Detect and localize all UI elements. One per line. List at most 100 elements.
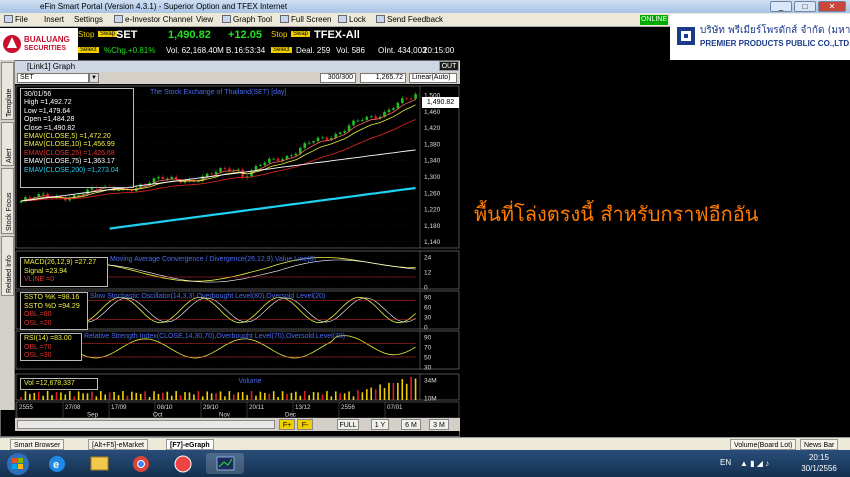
rsi-osl: OSL =30 [24, 352, 52, 360]
menu-view[interactable]: View [196, 13, 213, 27]
chart-heading: The Stock Exchange of Thailand(SET) [day… [150, 89, 286, 96]
menu-settings[interactable]: Settings [74, 13, 103, 27]
volume-bar [91, 391, 93, 400]
fullscreen-icon [280, 15, 289, 23]
volume-bar [184, 392, 186, 400]
set-time: 16:53:34 [234, 46, 266, 55]
tab-related-info[interactable]: Related Info [1, 236, 14, 296]
macd-title: Moving Average Convergence / Divergence(… [110, 256, 316, 263]
volume-bar [82, 393, 84, 400]
close-button[interactable]: ✕ [818, 1, 846, 12]
clock-time[interactable]: 20:15 [800, 453, 838, 462]
rsi-value: RSI(14) =83.00 [24, 335, 72, 342]
ssto-d: SSTO %D =94.29 [24, 302, 80, 310]
candle-body [205, 173, 209, 177]
rsi-tick-label: 30 [424, 365, 432, 372]
menu-send-feedback[interactable]: Send Feedback [376, 13, 443, 27]
tab-alert[interactable]: Alert [1, 122, 14, 166]
volume-bar [24, 391, 27, 400]
symbol-select[interactable]: SET [17, 73, 89, 83]
candle-body [267, 158, 271, 163]
volume-bar [131, 391, 133, 400]
broker-sub: SECURITIES [24, 45, 67, 52]
minimize-button[interactable]: _ [770, 1, 792, 12]
volume-bar [55, 392, 58, 400]
explorer-icon[interactable] [80, 453, 118, 474]
date-label: 2555 [19, 404, 33, 411]
file-icon [4, 15, 13, 23]
tfex-select-button[interactable]: Select [271, 47, 292, 53]
period-6m-button[interactable]: 6 M [401, 419, 421, 430]
tfex-swap-button[interactable]: Swap [291, 31, 311, 37]
candle-body [157, 177, 160, 179]
candle-body [294, 153, 298, 156]
start-button-icon[interactable] [6, 452, 30, 476]
macd-tick-label: 24 [424, 255, 432, 262]
set-swap-button[interactable]: Swap [98, 31, 118, 37]
candle-body [369, 116, 373, 118]
volume-tick-label: 10M [424, 396, 437, 403]
online-status: ONLINE [640, 15, 668, 25]
premier-logo: บริษัท พรีเมียร์โพรดักส์ จำกัด (มหาชน) P… [670, 14, 850, 60]
candle-body [303, 143, 307, 148]
zoom-in-button[interactable]: F+ [279, 419, 295, 430]
premier-english-name: PREMIER PRODUCTS PUBLIC CO.,LTD. [700, 39, 850, 48]
tfex-stop-label[interactable]: Stop [271, 30, 287, 39]
clock-date[interactable]: 30/1/2556 [796, 464, 842, 473]
volume-bar [122, 391, 124, 400]
menu-insert[interactable]: Insert [44, 13, 64, 27]
tab-emarket[interactable]: [Alt+F5]-eMarket [88, 439, 148, 450]
date-label: 17/09 [111, 404, 127, 411]
volume-bar [179, 395, 182, 400]
tab-smart-browser[interactable]: Smart Browser [10, 439, 65, 450]
chevron-down-icon[interactable]: ▼ [89, 73, 99, 83]
graph-title: [Link1] Graph [27, 62, 76, 71]
rsi-tick-label: 90 [424, 335, 432, 342]
volume-bar [68, 391, 71, 400]
price-tick-label: 1,180 [424, 223, 441, 230]
period-3m-button[interactable]: 3 M [429, 419, 449, 430]
menu-file[interactable]: File [4, 13, 28, 27]
volume-bar [366, 389, 368, 400]
volume-bar [401, 379, 404, 400]
set-stop-label[interactable]: Stop [78, 30, 94, 39]
chrome-icon[interactable] [122, 453, 160, 474]
ssto-obl: OBL =80 [24, 311, 52, 319]
volume-bar [348, 391, 350, 400]
candle-body [387, 109, 391, 112]
efin-taskbar-icon[interactable] [206, 453, 244, 474]
ohlc-legend: 30/01/56 High =1,492.72 Low =1,479.64 Op… [20, 88, 134, 188]
volume-bar [29, 393, 31, 400]
app-icon[interactable] [164, 453, 202, 474]
volume-bar [268, 393, 271, 400]
news-bar-button[interactable]: News Bar [800, 439, 839, 450]
set-select-button[interactable]: Select [78, 47, 99, 53]
volume-bar [312, 392, 315, 400]
volume-bar [370, 387, 373, 400]
tab-template[interactable]: Template [1, 62, 14, 120]
scale-select[interactable]: Linear(Auto) [409, 73, 457, 83]
horizontal-scrollbar[interactable] [17, 420, 275, 429]
period-1y-button[interactable]: 1 Y [371, 419, 389, 430]
maximize-button[interactable]: □ [794, 1, 816, 12]
out-button[interactable]: OUT [439, 61, 459, 71]
tray-icons[interactable]: ▲ ▮ ◢ ♪ [740, 459, 769, 468]
volume-board-lot-button[interactable]: Volume(Board Lot) [730, 439, 797, 450]
premier-emblem-icon [677, 27, 695, 45]
tab-egraph[interactable]: [F7]-eGraph [166, 439, 214, 450]
period-full-button[interactable]: FULL [337, 419, 359, 430]
ie-icon[interactable]: e [38, 453, 76, 474]
volume-bar [361, 392, 364, 400]
tab-stock-focus[interactable]: Stock Focus [1, 168, 14, 234]
candle-body [276, 158, 280, 161]
menu-lock[interactable]: Lock [338, 13, 366, 27]
language-indicator[interactable]: EN [720, 458, 731, 467]
menu-graph-tool[interactable]: Graph Tool [222, 13, 272, 27]
set-change: +12.05 [228, 29, 262, 41]
volume-bar [135, 392, 138, 400]
menu-e-investor-channel[interactable]: e-Investor Channel [114, 13, 193, 27]
menu-full-screen[interactable]: Full Screen [280, 13, 331, 27]
zoom-out-button[interactable]: F- [297, 419, 313, 430]
volume-bar [326, 391, 328, 400]
volume-bar [334, 391, 337, 400]
